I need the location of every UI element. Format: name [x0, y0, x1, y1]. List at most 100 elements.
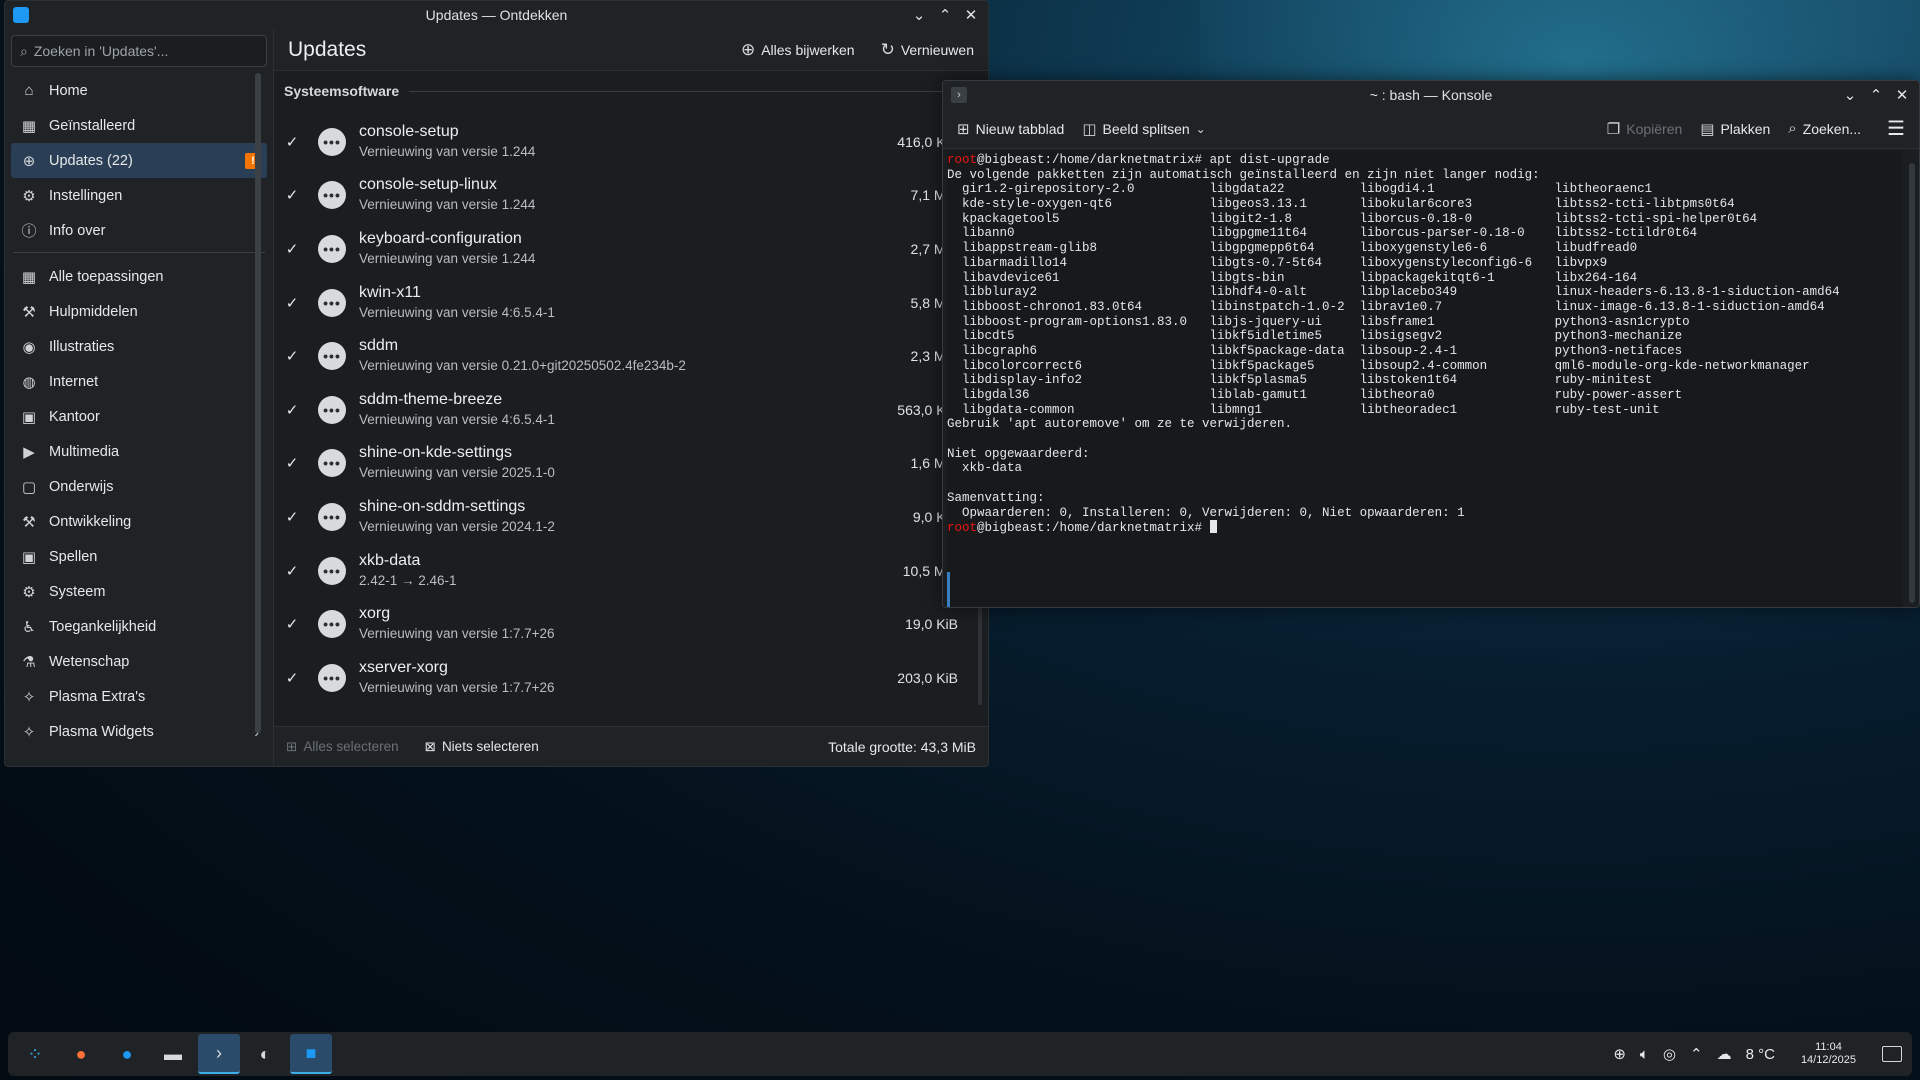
- category-item[interactable]: ✧Plasma Widgets›: [11, 714, 267, 749]
- update-row[interactable]: ✓ ••• shine-on-kde-settings Vernieuwing van…: [274, 437, 966, 491]
- show-desktop-icon[interactable]: [1882, 1046, 1902, 1062]
- konsole-minimize-button[interactable]: ⌄: [1839, 84, 1861, 106]
- sidebar-item-home[interactable]: ⌂ Home: [11, 73, 267, 108]
- system-monitor-icon[interactable]: ◐: [244, 1034, 286, 1074]
- chevron-up-icon[interactable]: ⌃: [1690, 1045, 1703, 1063]
- application-launcher-icon[interactable]: ⁘: [14, 1034, 56, 1074]
- terminal-line: libboost-program-options1.83.0 libjs-jqu…: [947, 314, 1690, 329]
- category-item[interactable]: ⚒Ontwikkeling›: [11, 504, 267, 539]
- clock-time: 11:04: [1815, 1041, 1842, 1053]
- chevron-down-icon: ⌄: [1195, 121, 1206, 136]
- updates-icon: ⊕: [22, 152, 36, 170]
- weather-icon[interactable]: ☁︎: [1717, 1045, 1732, 1063]
- category-item[interactable]: ◉Illustraties›: [11, 329, 267, 364]
- category-item[interactable]: ▣Spellen›: [11, 539, 267, 574]
- sidebar-item-updates[interactable]: ⊕ Updates (22)!: [11, 143, 267, 178]
- refresh-button[interactable]: ↻ Vernieuwen: [881, 40, 974, 60]
- select-all-button[interactable]: ⊞ Alles selecteren: [286, 739, 399, 755]
- paste-icon: ▤: [1700, 120, 1715, 138]
- sidebar-item-info[interactable]: ⓘ Info over: [11, 213, 267, 248]
- category-label: Systeem: [49, 583, 106, 600]
- update-row[interactable]: ✓ ••• kwin-x11 Vernieuwing van versie 4:6.5…: [274, 276, 966, 330]
- update-all-button[interactable]: ⊕ Alles bijwerken: [741, 40, 855, 60]
- checkbox-checked-icon[interactable]: ✓: [284, 455, 300, 472]
- sidebar-item-installed[interactable]: ▦ Geïnstalleerd: [11, 108, 267, 143]
- updates-tray-icon[interactable]: ⊕: [1613, 1045, 1626, 1063]
- konsole-close-button[interactable]: ✕: [1891, 84, 1913, 106]
- total-size: Totale grootte: 43,3 MiB: [828, 738, 976, 755]
- new-tab-button[interactable]: ⊞ Nieuw tabblad: [957, 120, 1064, 138]
- konsole-maximize-button[interactable]: ⌃: [1865, 84, 1887, 106]
- category-item[interactable]: ♿ Toegankelijkheid: [11, 609, 267, 644]
- category-icon: ◉: [22, 338, 36, 356]
- konsole-icon[interactable]: ›: [198, 1034, 240, 1074]
- category-label: Multimedia: [49, 443, 120, 460]
- file-manager-icon[interactable]: ▬: [152, 1034, 194, 1074]
- search-box[interactable]: ⌕: [11, 35, 267, 67]
- thunderbird-icon[interactable]: ●: [106, 1034, 148, 1074]
- discover-window: Updates — Ontdekken ⌄ ⌃ ✕ ⌕ ⌂ Home ▦ Geïnst…: [4, 0, 989, 767]
- maximize-button[interactable]: ⌃: [934, 4, 956, 26]
- copy-button[interactable]: ❐ Kopiëren: [1607, 120, 1683, 138]
- category-item[interactable]: ▶Multimedia›: [11, 434, 267, 469]
- discover-titlebar[interactable]: Updates — Ontdekken ⌄ ⌃ ✕: [5, 1, 988, 29]
- terminal-scrollbar[interactable]: [1909, 163, 1915, 603]
- checkbox-checked-icon[interactable]: ✓: [284, 295, 300, 312]
- close-button[interactable]: ✕: [960, 4, 982, 26]
- paste-button[interactable]: ▤ Plakken: [1700, 120, 1770, 138]
- category-label: Illustraties: [49, 338, 115, 355]
- find-button[interactable]: ⌕ Zoeken...: [1788, 120, 1861, 137]
- update-row[interactable]: ✓ ••• sddm-theme-breeze Vernieuwing van ver…: [274, 383, 966, 437]
- update-row[interactable]: ✓ ••• keyboard-configuration Vernieuwing va…: [274, 222, 966, 276]
- update-row[interactable]: ✓ ••• xkb-data 2.42-1 → 2.46-1 10,5 MiB: [274, 544, 966, 598]
- category-icon: ▣: [21, 548, 37, 566]
- category-item[interactable]: ▦ Alle toepassingen: [11, 259, 267, 294]
- checkbox-checked-icon[interactable]: ✓: [284, 563, 300, 580]
- search-input[interactable]: [33, 43, 234, 59]
- terminal-line: Niet opgewaardeerd:: [947, 446, 1090, 461]
- discover-icon[interactable]: ■: [290, 1034, 332, 1074]
- checkbox-checked-icon[interactable]: ✓: [284, 134, 300, 151]
- konsole-titlebar[interactable]: › ~ : bash — Konsole ⌄ ⌃ ✕: [943, 81, 1919, 109]
- category-label: Wetenschap: [49, 653, 130, 670]
- konsole-title: ~ : bash — Konsole: [1369, 87, 1493, 103]
- category-item[interactable]: ⚙ Systeem: [11, 574, 267, 609]
- update-row[interactable]: ✓ ••• console-setup Vernieuwing van versie …: [274, 115, 966, 169]
- checkbox-checked-icon[interactable]: ✓: [284, 670, 300, 687]
- package-name: kwin-x11: [359, 283, 421, 301]
- update-row[interactable]: ✓ ••• sddm Vernieuwing van versie 0.21.0+gi…: [274, 329, 966, 383]
- checkbox-checked-icon[interactable]: ✓: [284, 241, 300, 258]
- volume-icon[interactable]: 🔈︎: [1640, 1046, 1649, 1063]
- update-row[interactable]: ✓ ••• xserver-xorg Vernieuwing van versie 1…: [274, 651, 966, 705]
- category-label: Alle toepassingen: [49, 268, 164, 285]
- network-icon[interactable]: ◎: [1663, 1045, 1676, 1063]
- minimize-button[interactable]: ⌄: [908, 4, 930, 26]
- terminal-line: gir1.2-girepository-2.0 libgdata22 libog…: [947, 182, 1653, 197]
- category-item[interactable]: ▢ Onderwijs: [11, 469, 267, 504]
- select-none-button[interactable]: ⊠ Niets selecteren: [425, 739, 539, 755]
- checkbox-checked-icon[interactable]: ✓: [284, 348, 300, 365]
- category-item[interactable]: ◍Internet›: [11, 364, 267, 399]
- update-row[interactable]: ✓ ••• console-setup-linux Vernieuwing van v…: [274, 169, 966, 223]
- category-item[interactable]: ▣ Kantoor: [11, 399, 267, 434]
- checkbox-checked-icon[interactable]: ✓: [284, 616, 300, 633]
- category-item[interactable]: ✧Plasma Extra's›: [11, 679, 267, 714]
- package-version: Vernieuwing van versie 1:7.7+26: [359, 679, 555, 695]
- update-row[interactable]: ✓ ••• shine-on-sddm-settings Vernieuwing va…: [274, 490, 966, 544]
- split-view-button[interactable]: ◫ Beeld splitsen ⌄: [1082, 120, 1205, 138]
- category-label: Ontwikkeling: [49, 513, 132, 530]
- category-item[interactable]: ⚒ Hulpmiddelen: [11, 294, 267, 329]
- checkbox-checked-icon[interactable]: ✓: [284, 187, 300, 204]
- update-row[interactable]: ✓ ••• xorg Vernieuwing van versie 1:7.7+26 1…: [274, 597, 966, 651]
- checkbox-checked-icon[interactable]: ✓: [284, 509, 300, 526]
- category-item[interactable]: ⚗Wetenschap›: [11, 644, 267, 679]
- temperature[interactable]: 8 °C: [1746, 1046, 1775, 1063]
- firefox-icon[interactable]: ●: [60, 1034, 102, 1074]
- clock[interactable]: 11:04 14/12/2025: [1801, 1041, 1856, 1067]
- sidebar-item-settings[interactable]: ⚙ Instellingen: [11, 178, 267, 213]
- hamburger-menu-icon[interactable]: ☰: [1887, 116, 1905, 141]
- terminal-output[interactable]: root@bigbeast:/home/darknetmatrix# apt d…: [947, 151, 1903, 607]
- checkbox-checked-icon[interactable]: ✓: [284, 402, 300, 419]
- sidebar-scrollbar[interactable]: [255, 73, 261, 733]
